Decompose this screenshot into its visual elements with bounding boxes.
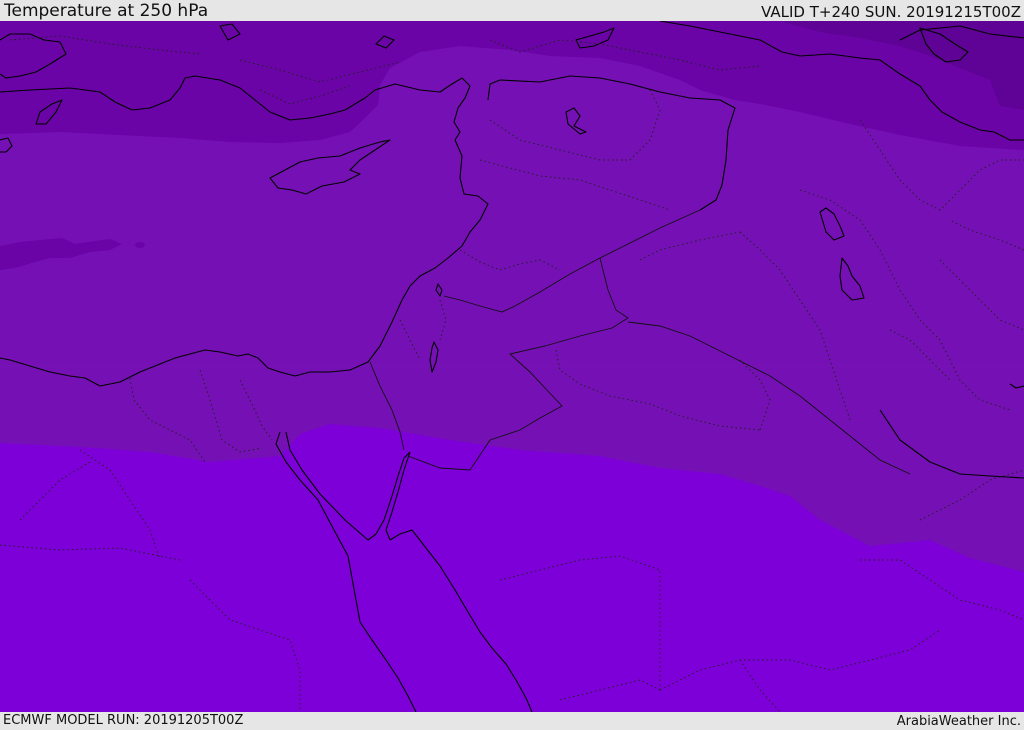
map-title: Temperature at 250 hPa [4,1,209,21]
footer-bar: ECMWF MODEL RUN: 20191205T00Z ArabiaWeat… [0,712,1024,729]
valid-time-label: VALID T+240 SUN. 20191215T00Z [761,3,1021,21]
temperature-map[interactable] [0,21,1024,712]
header-bar: Temperature at 250 hPa VALID T+240 SUN. … [0,0,1024,21]
credit-label: ArabiaWeather Inc. [896,714,1021,729]
cold-temperature-patch [135,242,145,248]
model-run-label: ECMWF MODEL RUN: 20191205T00Z [3,713,244,728]
